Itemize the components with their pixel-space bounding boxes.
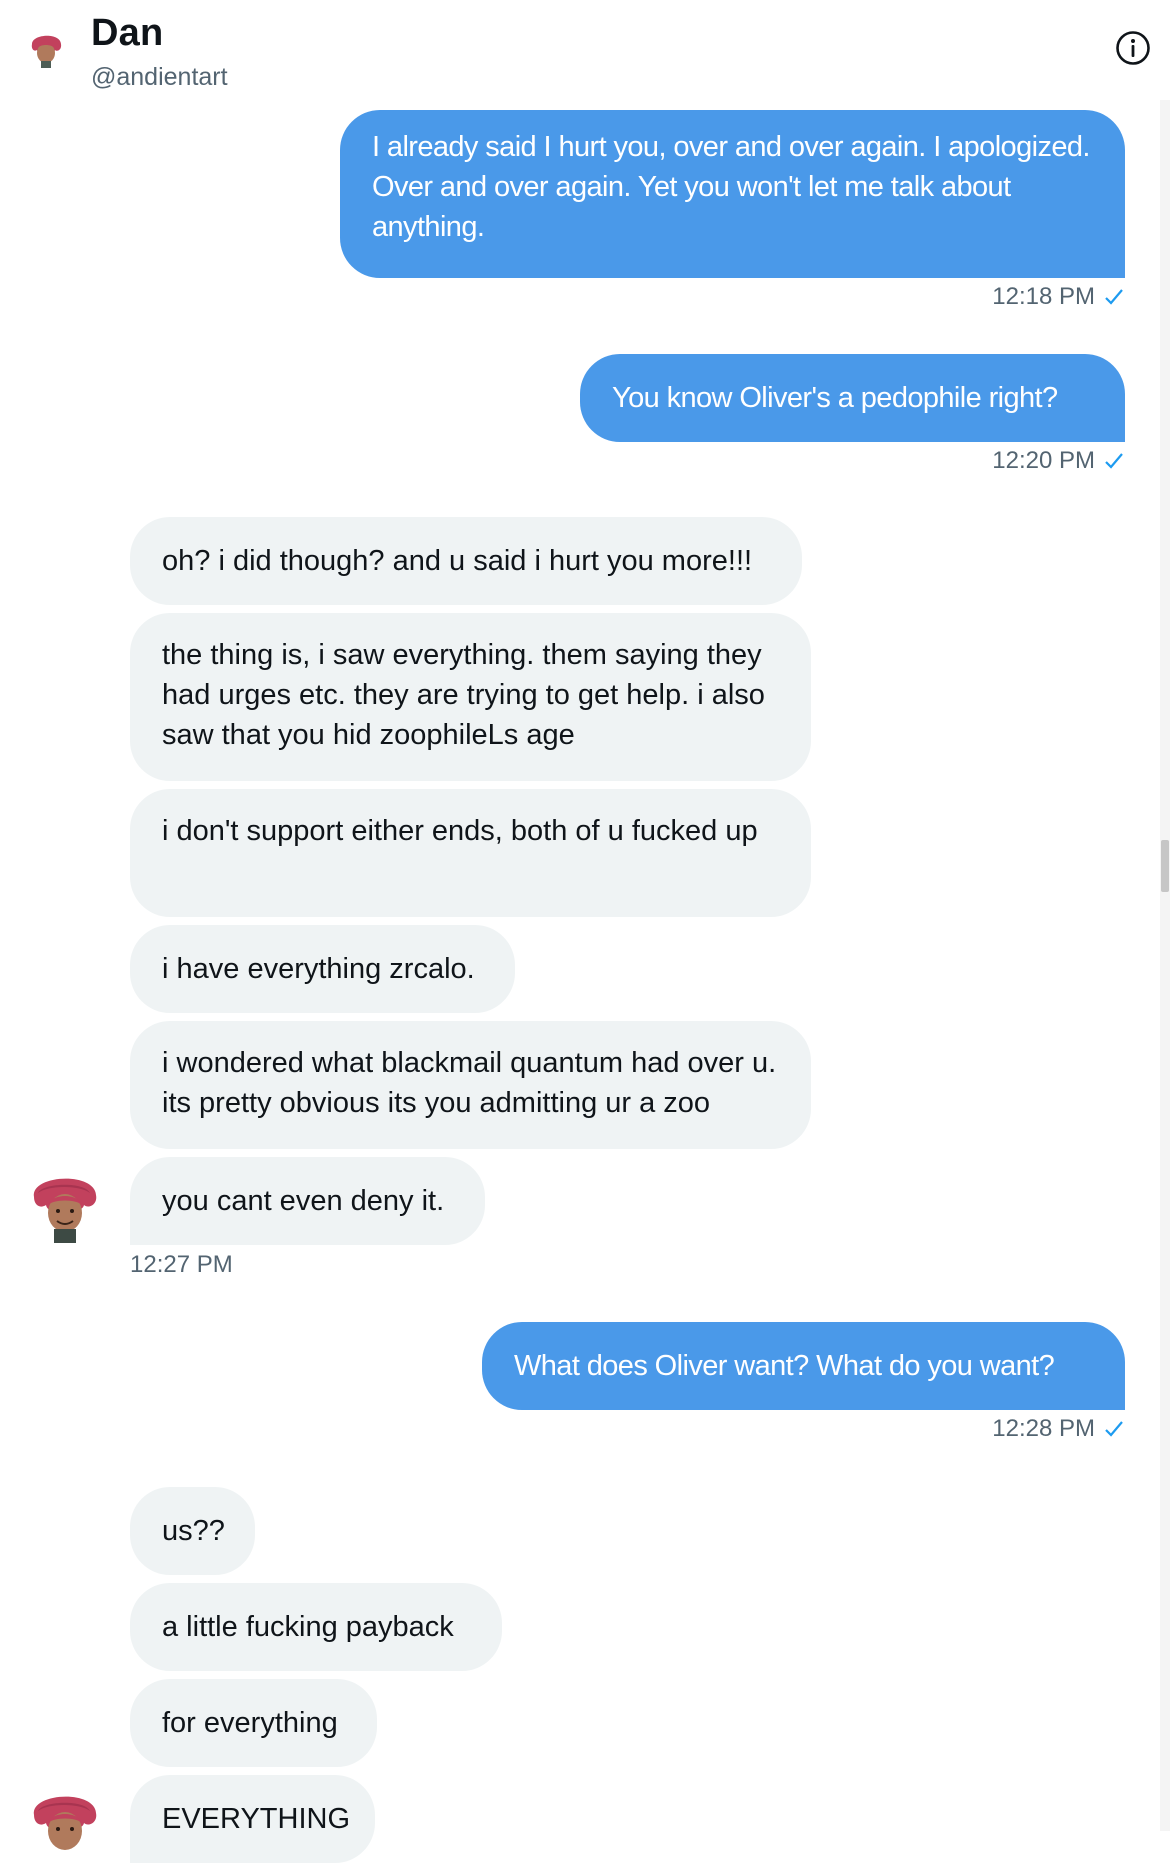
message-timestamp: 12:18 PM — [992, 283, 1125, 311]
timestamp-text: 12:18 PM — [992, 283, 1095, 310]
message-timestamp: 12:20 PM — [992, 447, 1125, 475]
message-timestamp: 12:28 PM — [992, 1415, 1125, 1443]
timestamp-text: 12:20 PM — [992, 447, 1095, 474]
received-message[interactable]: a little fucking payback — [130, 1583, 502, 1671]
received-message[interactable]: you cant even deny it. — [130, 1157, 485, 1245]
conversation-header: Dan @andientart — [0, 0, 1170, 100]
user-avatar-icon[interactable] — [24, 26, 68, 70]
received-message[interactable]: i have everything zrcalo. — [130, 925, 515, 1013]
received-message[interactable]: the thing is, i saw everything. them say… — [130, 613, 811, 781]
contact-name: Dan — [91, 12, 164, 54]
scrollbar[interactable] — [1160, 100, 1170, 1831]
sent-message[interactable]: What does Oliver want? What do you want? — [482, 1322, 1125, 1410]
received-message[interactable]: i don't support either ends, both of u f… — [130, 789, 811, 917]
timestamp-text: 12:28 PM — [992, 1415, 1095, 1442]
checkmark-icon — [1105, 289, 1123, 305]
received-message[interactable]: EVERYTHING — [130, 1775, 375, 1863]
received-message[interactable]: oh? i did though? and u said i hurt you … — [130, 517, 802, 605]
contact-avatar-icon[interactable] — [24, 1781, 104, 1861]
received-message[interactable]: for everything — [130, 1679, 377, 1767]
scrollbar-thumb[interactable] — [1161, 840, 1169, 892]
received-message[interactable]: i wondered what blackmail quantum had ov… — [130, 1021, 811, 1149]
timestamp-text: 12:27 PM — [130, 1251, 233, 1278]
sent-message[interactable]: You know Oliver's a pedophile right? — [580, 354, 1125, 442]
contact-handle: @andientart — [91, 63, 228, 91]
checkmark-icon — [1105, 453, 1123, 469]
received-message[interactable]: us?? — [130, 1487, 255, 1575]
message-timestamp: 12:27 PM — [130, 1251, 233, 1279]
info-circle-icon[interactable] — [1115, 30, 1151, 66]
contact-avatar-icon[interactable] — [24, 1163, 104, 1243]
message-thread: I already said I hurt you, over and over… — [0, 100, 1160, 1863]
checkmark-icon — [1105, 1421, 1123, 1437]
sent-message[interactable]: I already said I hurt you, over and over… — [340, 110, 1125, 278]
